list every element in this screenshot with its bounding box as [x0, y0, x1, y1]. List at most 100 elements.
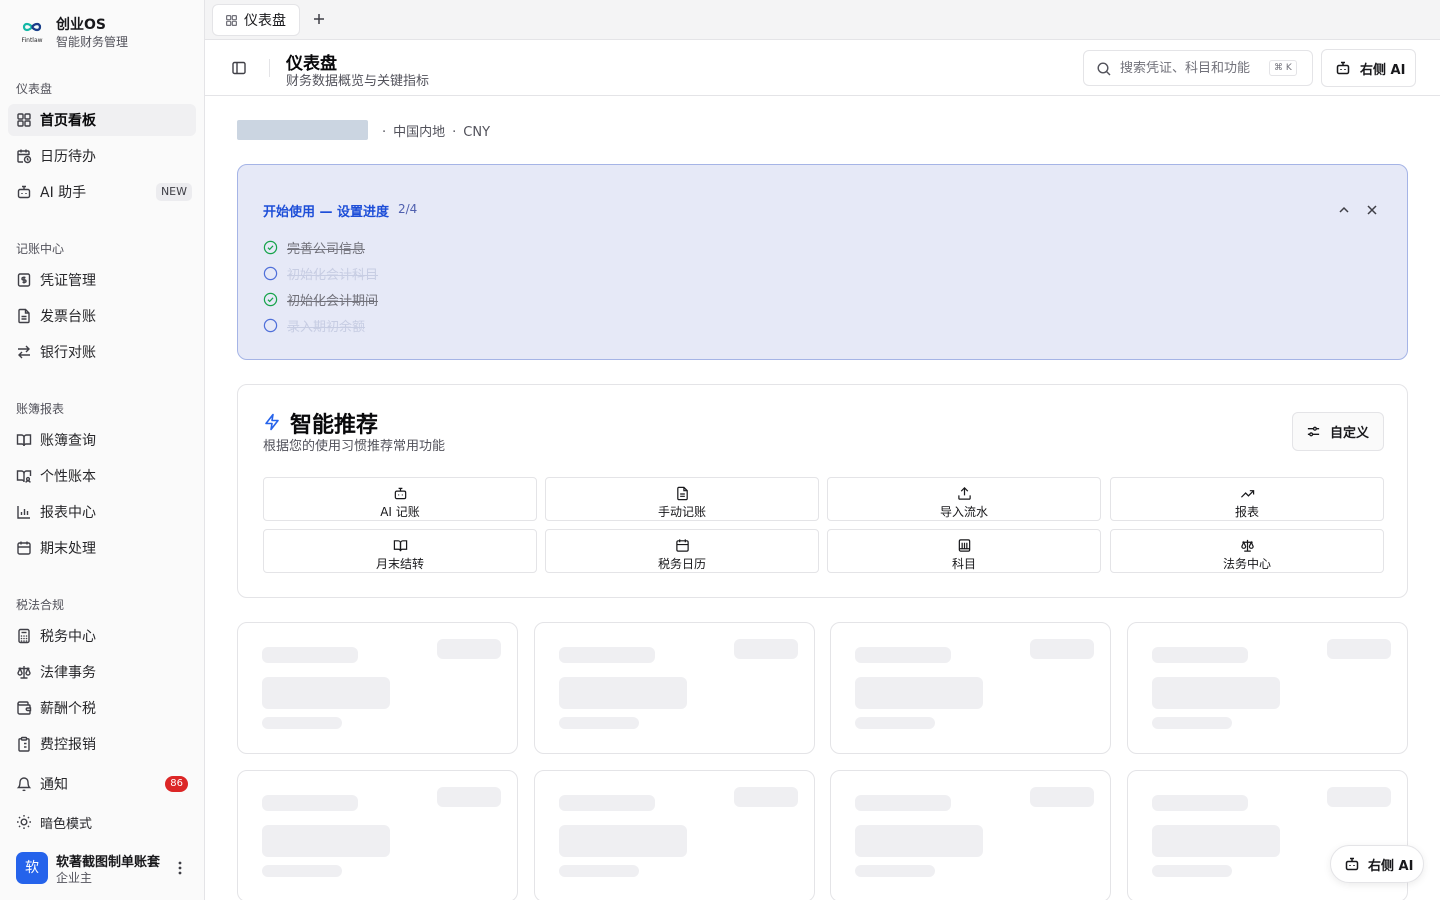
calculator-icon: [18, 628, 30, 644]
sidebar-item-label: 法律事务: [40, 665, 96, 681]
avatar: 软: [16, 852, 48, 884]
library-icon: [958, 539, 971, 552]
shortcut-month-end-close[interactable]: 月末结转: [263, 529, 537, 573]
more-vertical-icon[interactable]: [174, 859, 186, 877]
floating-ai-button[interactable]: 右侧 AI: [1330, 845, 1424, 883]
setup-step-label: 完善公司信息: [287, 241, 366, 257]
book-open-icon: [393, 540, 408, 552]
sidebar-item-expense-control[interactable]: 费控报销: [8, 728, 196, 760]
shortcut-import-statements[interactable]: 导入流水: [827, 477, 1101, 521]
shortcut-label: 法务中心: [1222, 557, 1271, 571]
setup-step-label: 初始化会计期间: [287, 293, 379, 309]
setup-step-label: 初始化会计科目: [287, 267, 379, 283]
setup-progress-count: 2/4: [398, 202, 418, 216]
company-currency: CNY: [463, 125, 491, 140]
bot-icon: [394, 487, 407, 500]
sidebar-item-label: 日历待办: [40, 149, 96, 165]
skeleton-bar: [262, 647, 358, 663]
skeleton-bar: [559, 647, 655, 663]
sidebar-item-calendar-todo[interactable]: 日历待办: [8, 140, 196, 172]
setup-step[interactable]: 初始化会计科目: [263, 263, 378, 283]
shortcut-tax-calendar[interactable]: 税务日历: [545, 529, 819, 573]
skeleton-bar: [855, 647, 951, 663]
sidebar-item-legal-affairs[interactable]: 法律事务: [8, 656, 196, 688]
shortcut-legal-center[interactable]: 法务中心: [1110, 529, 1384, 573]
setup-step[interactable]: 初始化会计期间: [263, 289, 378, 309]
sidebar-item-invoices[interactable]: 发票台账: [8, 300, 196, 332]
skeleton-bar: [734, 787, 798, 807]
skeleton-bar: [734, 639, 798, 659]
skeleton-bar: [1152, 717, 1232, 729]
customize-label: 自定义: [1330, 426, 1370, 441]
new-badge: NEW: [155, 183, 192, 201]
sidebar-item-label: 薪酬个税: [40, 701, 96, 717]
nav-section-bookkeeping: 记账中心: [16, 242, 65, 256]
right-ai-label: 右侧 AI: [1360, 62, 1406, 78]
setup-step[interactable]: 完善公司信息: [263, 237, 365, 257]
close-icon[interactable]: [1365, 203, 1379, 217]
scale-icon: [1241, 539, 1254, 552]
sidebar-item-label: 个性账本: [40, 469, 96, 485]
arrows-left-right-icon: [18, 345, 30, 359]
sidebar-item-bank-reconciliation[interactable]: 银行对账: [8, 336, 196, 368]
sidebar-item-home-board[interactable]: 首页看板: [8, 104, 196, 136]
floating-ai-label: 右侧 AI: [1368, 858, 1414, 874]
page-subtitle: 财务数据概览与关键指标: [286, 74, 430, 89]
setup-step[interactable]: 录入期初余额: [263, 315, 365, 335]
setup-title: 开始使用 — 设置进度: [263, 205, 390, 220]
wallet-icon: [17, 701, 32, 715]
main-content: · 中国内地 · CNY 开始使用 — 设置进度 2/4 完善公司信息 初始化会计科目…: [205, 96, 1440, 900]
search-shortcut-hint: ⌘ K: [1269, 60, 1297, 76]
skeleton-bar: [262, 865, 342, 877]
shortcut-label: 导入流水: [939, 505, 988, 519]
brand[interactable]: Fintlaw 创业OS 智能财务管理: [16, 12, 196, 52]
sidebar-item-ai-assistant[interactable]: AI 助手 NEW: [8, 176, 196, 208]
upload-icon: [958, 487, 971, 500]
skeleton-bar: [1152, 647, 1248, 663]
tab-bar: 仪表盘: [205, 0, 1440, 40]
bell-icon: [16, 777, 32, 792]
user-account[interactable]: 软 软著截图制单账套 企业主: [16, 851, 196, 885]
search-box[interactable]: ⌘ K: [1083, 50, 1313, 86]
sidebar-item-vouchers[interactable]: 凭证管理: [8, 264, 196, 296]
header-divider: [269, 59, 270, 77]
sidebar-item-notifications[interactable]: 通知 86: [8, 768, 196, 800]
tab-dashboard[interactable]: 仪表盘: [212, 4, 300, 36]
sidebar-item-tax-center[interactable]: 税务中心: [8, 620, 196, 652]
sidebar-item-report-center[interactable]: 报表中心: [8, 496, 196, 528]
meta-separator: ·: [382, 125, 387, 140]
skeleton-bar: [559, 677, 687, 709]
sidebar-item-payroll-tax[interactable]: 薪酬个税: [8, 692, 196, 724]
kpi-card-loading: [830, 770, 1111, 900]
company-region: 中国内地: [393, 125, 446, 140]
shortcut-accounts[interactable]: 科目: [827, 529, 1101, 573]
shortcut-reports[interactable]: 报表: [1110, 477, 1384, 521]
smart-recommend-card: 智能推荐 根据您的使用习惯推荐常用功能 自定义 AI 记账 手动记账 导入流水 …: [237, 384, 1408, 598]
right-ai-button[interactable]: 右侧 AI: [1321, 49, 1416, 87]
chevron-up-icon[interactable]: [1337, 203, 1351, 217]
add-tab-icon[interactable]: [311, 11, 327, 27]
shortcut-label: 手动记账: [657, 505, 706, 519]
kpi-card-loading: [534, 770, 815, 900]
shortcut-ai-bookkeeping[interactable]: AI 记账: [263, 477, 537, 521]
skeleton-bar: [559, 795, 655, 811]
sidebar-item-dark-mode[interactable]: 暗色模式: [8, 806, 196, 838]
nav-section-dashboard: 仪表盘: [16, 82, 53, 96]
sidebar-toggle-icon[interactable]: [231, 60, 247, 76]
sidebar-item-label: 期末处理: [40, 541, 96, 557]
search-input[interactable]: [1120, 57, 1270, 79]
skeleton-bar: [855, 677, 983, 709]
sidebar-item-label: 账簿查询: [40, 433, 96, 449]
sidebar: Fintlaw 创业OS 智能财务管理 仪表盘 首页看板 日历待办 AI 助手 …: [0, 0, 205, 900]
sidebar-item-ledger-query[interactable]: 账簿查询: [8, 424, 196, 456]
skeleton-bar: [1327, 787, 1391, 807]
sidebar-item-custom-ledger[interactable]: 个性账本: [8, 460, 196, 492]
customize-button[interactable]: 自定义: [1292, 412, 1384, 451]
sidebar-item-label: 通知: [40, 777, 68, 793]
layout-grid-icon: [226, 14, 237, 26]
skeleton-bar: [437, 787, 501, 807]
sidebar-item-period-end[interactable]: 期末处理: [8, 532, 196, 564]
shortcut-manual-bookkeeping[interactable]: 手动记账: [545, 477, 819, 521]
skeleton-bar: [262, 795, 358, 811]
skeleton-bar: [1327, 639, 1391, 659]
